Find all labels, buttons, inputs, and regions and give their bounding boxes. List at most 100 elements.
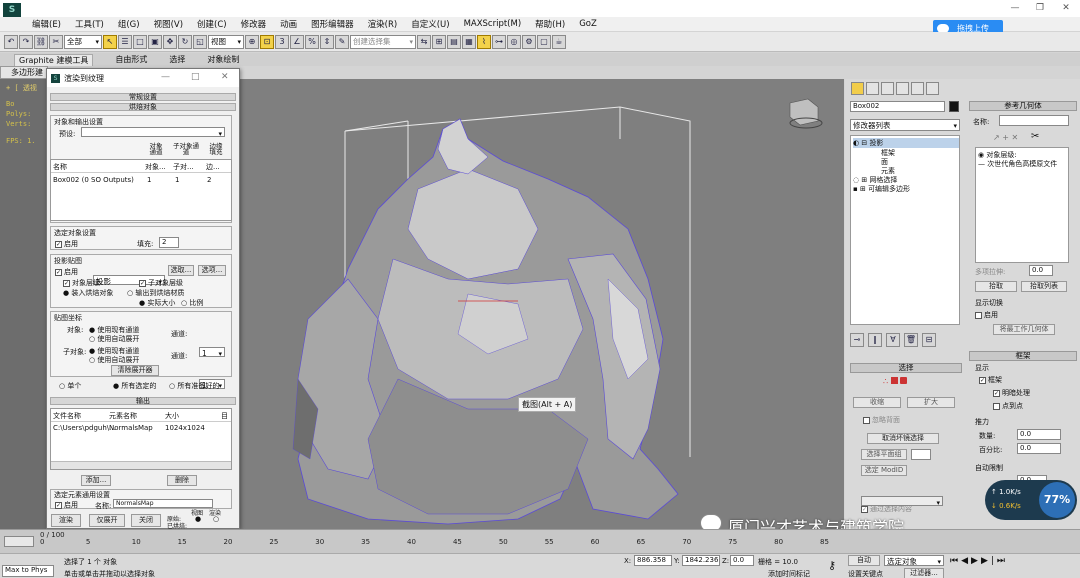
unlink-icon[interactable]: ✂ xyxy=(49,34,63,49)
dialog-maximize-icon[interactable]: □ xyxy=(191,72,200,82)
shrink-button[interactable]: 收缩 xyxy=(853,397,901,408)
render-setup-icon[interactable]: ⚙ xyxy=(522,34,536,49)
menu-item-1[interactable]: 工具(T) xyxy=(75,18,104,30)
display-tab-icon[interactable] xyxy=(911,82,924,95)
scale-icon[interactable]: ◱ xyxy=(193,34,207,49)
link-icon[interactable]: ⛓ xyxy=(34,34,48,49)
ref-geometry-header[interactable]: 参考几何体 xyxy=(969,101,1077,111)
padding-input[interactable]: 2 xyxy=(159,237,179,248)
viewcube-icon[interactable] xyxy=(789,98,823,129)
general-settings-rollout[interactable]: 常规设置 xyxy=(50,93,236,101)
unwrap-only-button[interactable]: 仅展开 xyxy=(89,514,125,527)
window-crossing-icon[interactable]: ▣ xyxy=(148,34,162,49)
out-row-filename[interactable]: C:\Users\pdguh\... xyxy=(53,424,116,432)
modifier-list-select[interactable]: 修改器列表 xyxy=(850,119,960,132)
menu-item-9[interactable]: 自定义(U) xyxy=(411,18,449,30)
scope-all-prepared-radio[interactable]: ○ 所有准备好的 xyxy=(169,381,219,391)
maxscript-listener[interactable]: Max to Phys xyxy=(2,565,54,577)
schematic-icon[interactable]: ⊶ xyxy=(492,34,506,49)
cage-shaded-checkbox[interactable]: ✓ 明暗处理 xyxy=(993,388,1030,398)
pin-stack-icon[interactable]: ⊸ xyxy=(850,333,864,347)
filters-button[interactable]: 过滤器... xyxy=(904,568,944,578)
actual-size-radio[interactable]: ● 实际大小 xyxy=(139,298,175,308)
scope-all-selected-radio[interactable]: ● 所有选定的 xyxy=(113,381,156,391)
multi-extrude-input[interactable]: 0.0 xyxy=(1029,265,1053,276)
restore-icon[interactable]: ❐ xyxy=(1030,2,1050,14)
menu-item-3[interactable]: 视图(V) xyxy=(154,18,183,30)
ref-name-input[interactable] xyxy=(999,115,1069,126)
x-coordinate[interactable]: 886.358 xyxy=(634,555,672,566)
show-end-result-icon[interactable]: ‖ xyxy=(868,333,882,347)
bake-objects-rollout[interactable]: 烘焙对象 xyxy=(50,103,236,111)
make-unique-icon[interactable]: ∀ xyxy=(886,333,900,347)
object-channel-select[interactable]: 1 xyxy=(199,347,225,360)
options-button[interactable]: 选项... xyxy=(198,265,226,276)
menu-item-6[interactable]: 动画 xyxy=(280,18,297,30)
menu-item-2[interactable]: 组(G) xyxy=(118,18,140,30)
menu-item-0[interactable]: 编辑(E) xyxy=(32,18,61,30)
pivot-icon[interactable]: ⊕ xyxy=(245,34,259,49)
create-tab-icon[interactable] xyxy=(851,82,864,95)
ribbon-tab-0[interactable]: Graphite 建模工具 xyxy=(14,53,94,66)
redo-icon[interactable]: ↷ xyxy=(19,34,33,49)
undo-icon[interactable]: ↶ xyxy=(4,34,18,49)
dialog-title-bar[interactable]: S 渲染到纹理 xyxy=(47,69,239,87)
minimize-icon[interactable]: — xyxy=(1005,2,1025,14)
pick-button[interactable]: 选取... xyxy=(168,265,194,276)
ref-delete-icon[interactable]: ✂ xyxy=(1031,131,1039,142)
object-level-checkbox[interactable]: ✓ 对象层级 xyxy=(63,278,100,288)
output-table-scrollbar[interactable] xyxy=(51,461,231,469)
stack-item-editable-poly[interactable]: ▪ ⊞ 可编辑多边形 xyxy=(853,184,910,194)
bake-objects-table[interactable]: 名称 对象... 子对... 边... Box002 (0 SO Outputs… xyxy=(50,159,232,221)
mirror-icon[interactable]: ⇆ xyxy=(417,34,431,49)
push-amount-input[interactable]: 0.0 xyxy=(1017,429,1061,440)
ribbon-subtab[interactable]: 多边形建 xyxy=(0,66,48,79)
menu-item-10[interactable]: MAXScript(M) xyxy=(464,19,522,29)
push-percent-input[interactable]: 0.0 xyxy=(1017,443,1061,454)
menu-item-5[interactable]: 修改器 xyxy=(241,18,267,30)
align-icon[interactable]: ⊞ xyxy=(432,34,446,49)
object-color-swatch[interactable] xyxy=(949,101,959,112)
delete-button[interactable]: 删除 xyxy=(167,475,197,486)
utilities-tab-icon[interactable] xyxy=(926,82,939,95)
angle-snap-icon[interactable]: ∠ xyxy=(290,34,304,49)
cage-frame-checkbox[interactable]: ✓ 框架 xyxy=(979,375,1002,385)
y-coordinate[interactable]: 1842.236 xyxy=(682,555,720,566)
close-icon[interactable]: ✕ xyxy=(1056,2,1076,14)
rotate-icon[interactable]: ↻ xyxy=(178,34,192,49)
render-icon[interactable]: ☕ xyxy=(552,34,566,49)
selected-enable-checkbox[interactable]: ✓ 启用 xyxy=(55,239,78,249)
select-by-name-icon[interactable]: ☰ xyxy=(118,34,132,49)
menu-item-11[interactable]: 帮助(H) xyxy=(535,18,565,30)
close-button[interactable]: 关闭 xyxy=(131,514,161,527)
named-selection-select[interactable]: 创建选择集 xyxy=(350,34,416,49)
select-by-mod-button[interactable]: 选定 ModID xyxy=(861,465,907,476)
subobject-level-checkbox[interactable]: ✓ 子对象层级 xyxy=(139,278,183,288)
motion-tab-icon[interactable] xyxy=(896,82,909,95)
snap-icon[interactable]: 3 xyxy=(275,34,289,49)
percent-snap-icon[interactable]: % xyxy=(305,34,319,49)
rect-region-icon[interactable]: □ xyxy=(133,34,147,49)
object-use-auto-radio[interactable]: ○ 使用自动展开 xyxy=(89,334,139,344)
viewport-label[interactable]: + [ 透视 xyxy=(6,83,37,93)
material-editor-icon[interactable]: ◎ xyxy=(507,34,521,49)
original-render-radio[interactable]: ○ xyxy=(213,515,219,523)
select-manipulate-icon[interactable]: ⊡ xyxy=(260,34,274,49)
spinner-snap-icon[interactable]: ⇕ xyxy=(320,34,334,49)
cage-rollout-header[interactable]: 框架 xyxy=(969,351,1077,361)
pick-ref-button[interactable]: 拾取 xyxy=(975,281,1017,292)
render-button[interactable]: 渲染 xyxy=(51,514,81,527)
select-id-input[interactable] xyxy=(911,449,931,460)
ribbon-icon[interactable]: ▦ xyxy=(462,34,476,49)
reference-coord-select[interactable]: 视图 xyxy=(208,34,244,49)
modify-tab-icon[interactable] xyxy=(866,82,879,95)
add-button[interactable]: 添加... xyxy=(81,475,111,486)
network-speed-widget[interactable]: ↑ 1.0K/s ↓ 0.6K/s 77% xyxy=(985,480,1077,520)
object-name-input[interactable]: Box002 xyxy=(850,101,945,112)
hierarchy-tab-icon[interactable] xyxy=(881,82,894,95)
selection-rollout-header[interactable]: 选择 xyxy=(850,363,962,373)
remove-modifier-icon[interactable]: 🗑 xyxy=(904,333,918,347)
preset-select[interactable] xyxy=(81,127,225,140)
dialog-minimize-icon[interactable]: — xyxy=(161,72,170,82)
projection-enable-checkbox[interactable]: ✓ 启用 xyxy=(55,267,78,277)
